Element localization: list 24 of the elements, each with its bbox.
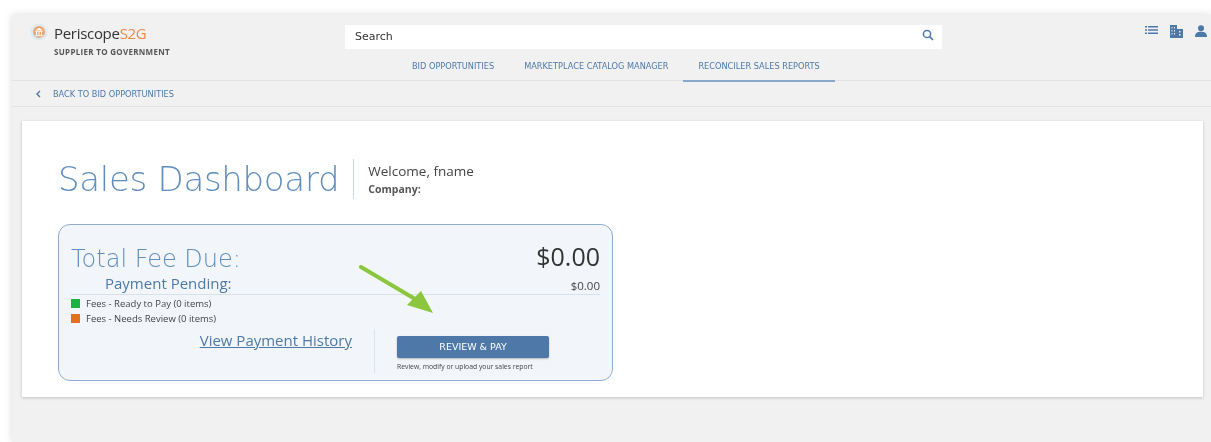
user-icon[interactable] bbox=[1195, 25, 1207, 37]
logo-tagline: SUPPLIER TO GOVERNMENT bbox=[54, 46, 170, 57]
total-fee-amount: $0.00 bbox=[536, 239, 600, 273]
building-icon[interactable] bbox=[1170, 25, 1183, 38]
total-fee-label: Total Fee Due: bbox=[71, 245, 241, 273]
payment-history-link[interactable]: View Payment History bbox=[199, 330, 352, 350]
payment-pending-amount: $0.00 bbox=[570, 278, 600, 293]
logo-wordmark: PeriscopeS2G bbox=[54, 23, 148, 43]
nav-tab[interactable]: MARKETPLACE CATALOG MANAGER bbox=[509, 55, 684, 82]
welcome-text: Welcome, fname bbox=[368, 162, 474, 180]
back-link[interactable]: BACK TO BID OPPORTUNITIES bbox=[36, 88, 174, 99]
legend-label: Fees - Needs Review (0 items) bbox=[86, 312, 217, 325]
company-label: Company: bbox=[368, 182, 422, 196]
search-icon[interactable] bbox=[922, 29, 934, 41]
legend-label: Fees - Ready to Pay (0 items) bbox=[86, 297, 212, 310]
payment-pending-label: Payment Pending: bbox=[105, 273, 232, 293]
search-field[interactable]: Search bbox=[345, 24, 942, 49]
list-icon[interactable] bbox=[1145, 25, 1158, 35]
page-title: Sales Dashboard bbox=[58, 159, 355, 199]
logo-icon bbox=[30, 23, 48, 41]
nav-tab[interactable]: RECONCILER SALES REPORTS bbox=[683, 55, 835, 82]
review-pay-button[interactable]: REVIEW & PAY bbox=[397, 335, 549, 358]
chevron-left-icon bbox=[36, 89, 41, 98]
nav-tab[interactable]: BID OPPORTUNITIES bbox=[397, 55, 510, 82]
